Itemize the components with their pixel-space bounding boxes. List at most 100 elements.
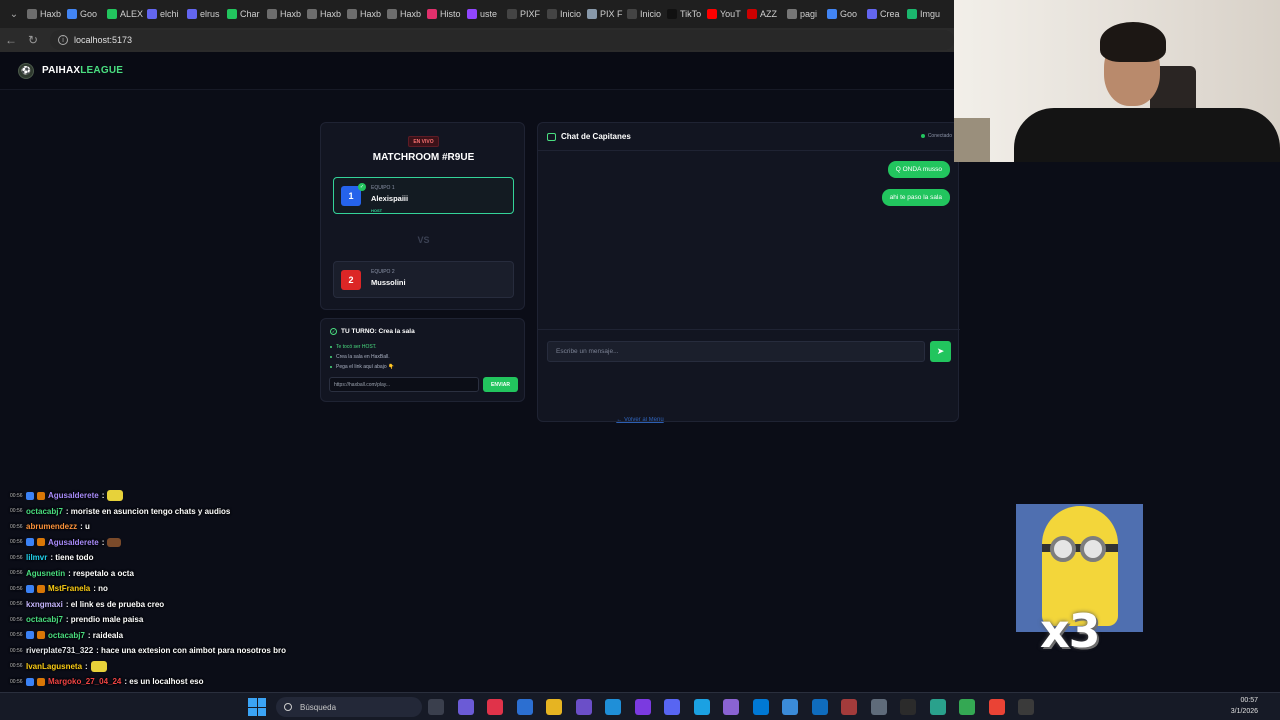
haxball-icon bbox=[267, 9, 277, 19]
pen-icon[interactable] bbox=[575, 699, 592, 715]
app-icon[interactable] bbox=[723, 699, 739, 715]
store-icon[interactable] bbox=[516, 699, 533, 715]
windows-start-icon[interactable] bbox=[248, 698, 266, 716]
edge-icon[interactable] bbox=[605, 699, 621, 715]
reload-icon[interactable]: ↻ bbox=[22, 29, 44, 51]
browser-tab[interactable]: ALEX bbox=[104, 3, 144, 25]
tab-list-chevron-icon[interactable]: ⌄ bbox=[4, 4, 24, 24]
browser-tab[interactable]: Haxb bbox=[344, 3, 384, 25]
youtube-icon bbox=[747, 9, 757, 19]
browser-tab-label: Inicio bbox=[640, 9, 662, 19]
browser-tab[interactable]: Inicio bbox=[624, 3, 664, 25]
team-1-card: 1 ✓ EQUIPO 1 Alexispaiii HOST bbox=[333, 177, 514, 214]
turn-step: Crea la sala en HaxBall. bbox=[330, 352, 394, 362]
browser-tab[interactable]: uste bbox=[464, 3, 504, 25]
stream-chat-username[interactable]: MstFranela bbox=[48, 584, 90, 593]
browser-tab[interactable]: pagi bbox=[784, 3, 824, 25]
browser-tab[interactable]: Imgu bbox=[904, 3, 944, 25]
stream-chat-timestamp: 00:56 bbox=[10, 570, 23, 576]
browser-tab[interactable]: YouT bbox=[704, 3, 744, 25]
team-1-captain: Alexispaiii bbox=[371, 194, 409, 203]
browser-tab-label: uste bbox=[480, 9, 498, 19]
stream-chat-username[interactable]: Margoko_27_04_24 bbox=[48, 677, 121, 686]
league-logo-icon[interactable]: ⚽ bbox=[18, 62, 34, 79]
stream-chat-username[interactable]: octacabj7 bbox=[26, 615, 63, 624]
notepad-icon[interactable] bbox=[782, 699, 798, 715]
browser-tab[interactable]: Char bbox=[224, 3, 264, 25]
stream-chat-line: 00:56 Agusalderete: bbox=[10, 488, 124, 503]
imgur-icon bbox=[907, 9, 917, 19]
browser-tab[interactable]: Haxb bbox=[384, 3, 424, 25]
discord-icon[interactable] bbox=[664, 699, 680, 715]
check-icon: ✓ bbox=[358, 183, 366, 191]
browser-tab[interactable]: elchi bbox=[144, 3, 184, 25]
browser-tab-label: Goo bbox=[80, 9, 98, 19]
stream-chat-username[interactable]: octacabj7 bbox=[48, 631, 85, 640]
stream-chat-username[interactable]: Agusnetin bbox=[26, 569, 65, 578]
valorant-icon[interactable] bbox=[634, 699, 651, 715]
stream-chat-username[interactable]: Agusalderete bbox=[48, 491, 99, 500]
copilot-icon[interactable] bbox=[457, 699, 474, 715]
stream-chat-username[interactable]: octacabj7 bbox=[26, 507, 63, 516]
browser-tab[interactable]: Haxb bbox=[304, 3, 344, 25]
browser-tab[interactable]: Histo bbox=[424, 3, 464, 25]
search-icon bbox=[284, 703, 292, 711]
winrar-icon[interactable] bbox=[841, 699, 857, 715]
obs-icon[interactable] bbox=[1018, 699, 1034, 715]
chrome-icon[interactable] bbox=[959, 699, 975, 715]
clock-date: 3/1/2026 bbox=[1230, 708, 1258, 715]
browser-tab[interactable]: Haxb bbox=[264, 3, 304, 25]
outlook-icon[interactable] bbox=[811, 699, 828, 715]
stream-chat-line: 00:56 octacabj7: raideala bbox=[10, 628, 123, 643]
chat-message-input[interactable]: Escribe un mensaje... bbox=[547, 341, 925, 362]
browser-tab[interactable]: AZZ bbox=[744, 3, 784, 25]
chat-footer: Escribe un mensaje... ➤ bbox=[538, 329, 960, 423]
browser-tab[interactable]: elrus bbox=[184, 3, 224, 25]
live-badge: EN VIVO bbox=[408, 136, 439, 147]
explorer-icon[interactable] bbox=[546, 699, 562, 715]
stream-chat-username[interactable]: Agusalderete bbox=[48, 538, 99, 547]
task-view-icon[interactable] bbox=[428, 699, 444, 715]
stream-chat-text: : prendio male paisa bbox=[65, 615, 144, 624]
browser-tab-label: Haxb bbox=[40, 9, 62, 19]
stream-chat-username[interactable]: lilmvr bbox=[26, 553, 47, 562]
stream-chat-username[interactable]: abrumendezz bbox=[26, 522, 77, 531]
browser-tab[interactable]: PIX F bbox=[584, 3, 624, 25]
x-icon bbox=[627, 9, 637, 19]
system-clock[interactable]: 00:57 3/1/2026 bbox=[1231, 695, 1258, 717]
chrome-icon[interactable] bbox=[988, 699, 1005, 715]
browser-tab[interactable]: PIXF bbox=[504, 3, 544, 25]
taskbar-search[interactable]: Búsqueda bbox=[276, 697, 422, 717]
back-to-menu-link[interactable]: ← Volver al Menú bbox=[0, 417, 1280, 423]
stream-chat-text: : respetalo a octa bbox=[68, 568, 134, 578]
chat-message: ahi te paso la sala bbox=[881, 189, 950, 206]
opera-icon[interactable] bbox=[487, 699, 503, 715]
browser-tab[interactable]: Goo bbox=[824, 3, 864, 25]
browser-tab-label: TikTo bbox=[680, 9, 702, 19]
url-field[interactable]: i localhost:5173 bbox=[50, 30, 954, 50]
stream-chat-username[interactable]: riverplate731_322 bbox=[26, 646, 93, 655]
stream-chat-timestamp: 00:56 bbox=[10, 601, 23, 607]
browser-tab[interactable]: Goo bbox=[64, 3, 104, 25]
stream-chat-username[interactable]: kxngmaxi bbox=[26, 600, 63, 609]
ccleaner-icon[interactable] bbox=[693, 699, 710, 715]
stream-chat-username[interactable]: IvanLagusneta bbox=[26, 662, 82, 671]
send-icon[interactable]: ➤ bbox=[930, 341, 951, 362]
app-icon bbox=[867, 9, 877, 19]
vscode-icon[interactable] bbox=[752, 699, 769, 715]
browser-icon[interactable] bbox=[929, 699, 946, 715]
stream-chat-text: : hace una extesion con aimbot para noso… bbox=[96, 646, 286, 655]
back-arrow-icon[interactable]: ← bbox=[0, 29, 22, 51]
terminal-icon[interactable] bbox=[900, 699, 916, 715]
send-link-button[interactable]: ENVIAR bbox=[483, 377, 518, 392]
browser-tab[interactable]: TikTo bbox=[664, 3, 704, 25]
google-icon bbox=[67, 9, 77, 19]
browser-tab[interactable]: Inicio bbox=[544, 3, 584, 25]
room-link-input[interactable]: https://haxball.com/play... bbox=[329, 377, 479, 392]
browser-tab[interactable]: Crea bbox=[864, 3, 904, 25]
brand-name-part-1: PAIHAX bbox=[42, 65, 81, 76]
browser-tab[interactable]: Haxb bbox=[24, 3, 64, 25]
settings-icon[interactable] bbox=[870, 699, 887, 715]
brand-name[interactable]: PAIHAXLEAGUE bbox=[42, 65, 123, 76]
site-info-icon[interactable]: i bbox=[58, 35, 68, 45]
